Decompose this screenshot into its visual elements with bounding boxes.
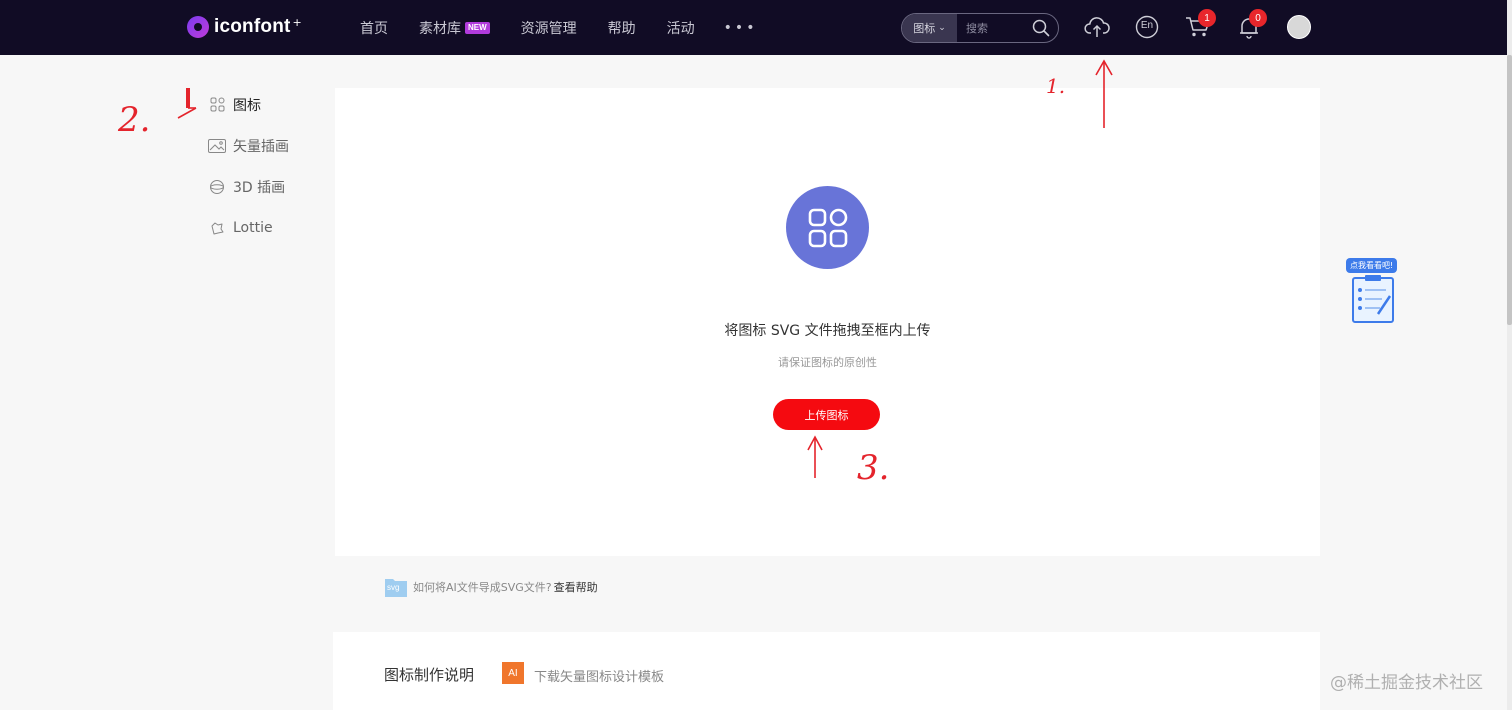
notification-count-badge: 0 [1249, 9, 1267, 27]
nav-item-help[interactable]: 帮助 [608, 18, 636, 38]
sidebar-item-icons[interactable]: 图标 [208, 84, 289, 125]
nav-item-home[interactable]: 首页 [360, 18, 388, 38]
brand-plus: + [292, 15, 302, 29]
sidebar-item-label: 3D 插画 [233, 179, 286, 196]
lottie-icon [208, 219, 226, 237]
brand-name: iconfont [214, 16, 291, 37]
dropzone-title: 将图标 SVG 文件拖拽至框内上传 [724, 323, 931, 339]
language-switch-button[interactable]: En [1133, 13, 1161, 41]
annotation-mark-2 [177, 88, 197, 119]
help-text: 如何将AI文件导成SVG文件? [413, 581, 552, 594]
search-input[interactable] [957, 14, 1029, 42]
nav-item-activities[interactable]: 活动 [667, 18, 695, 38]
search-type-label: 图标 [913, 22, 936, 35]
cart-icon[interactable]: 1 [1184, 9, 1216, 41]
nav-item-label: 活动 [666, 20, 695, 37]
checklist-icon [1352, 275, 1394, 323]
upload-dropzone[interactable]: 将图标 SVG 文件拖拽至框内上传 请保证图标的原创性 上传图标 [335, 88, 1320, 556]
sidebar-item-3d-illustration[interactable]: 3D 插画 [208, 166, 289, 207]
svg-tag-label: svg [387, 583, 400, 592]
download-template-link[interactable]: 下载矢量图标设计模板 [534, 666, 664, 685]
language-label: En [1140, 20, 1154, 31]
notification-bell-icon[interactable]: 0 [1235, 9, 1267, 41]
image-icon [208, 137, 226, 155]
cart-count-badge: 1 [1198, 9, 1216, 27]
category-sidebar: 图标 矢量插画 3D 插画 Lottie [208, 84, 289, 248]
nav-item-label: 帮助 [607, 20, 636, 37]
sidebar-item-label: Lottie [233, 219, 273, 236]
nav-item-resources[interactable]: 资源管理 [521, 18, 577, 38]
sidebar-item-label: 矢量插画 [233, 138, 289, 155]
brand-logo[interactable]: iconfont + [187, 14, 302, 40]
nav-more-button[interactable]: ••• [724, 20, 758, 36]
sphere-icon [208, 178, 226, 196]
sidebar-item-vector-illustration[interactable]: 矢量插画 [208, 125, 289, 166]
user-avatar[interactable] [1287, 15, 1311, 39]
search-type-select[interactable]: 图标 ⌄ [902, 14, 957, 42]
upload-cloud-icon[interactable] [1083, 13, 1111, 41]
new-badge: NEW [465, 21, 490, 34]
scrollbar-thumb[interactable] [1507, 55, 1512, 325]
dropzone-subtitle: 请保证图标的原创性 [778, 356, 877, 369]
ai-file-icon: AI [502, 662, 524, 684]
search-icon[interactable] [1032, 19, 1050, 41]
nav-item-materials[interactable]: 素材库 NEW [419, 18, 490, 38]
top-navbar: iconfont + 首页 素材库 NEW 资源管理 帮助 活动 ••• 图标 … [0, 0, 1507, 55]
svg-file-icon: svg [384, 576, 408, 598]
sidebar-item-lottie[interactable]: Lottie [208, 207, 289, 248]
sidebar-item-label: 图标 [233, 97, 261, 114]
nav-item-label: 首页 [360, 20, 388, 37]
grid-icon [208, 96, 226, 114]
nav-item-label: 素材库 [419, 20, 461, 37]
chevron-down-icon: ⌄ [938, 23, 946, 33]
floating-help-widget[interactable]: 点我看看吧! [1344, 258, 1404, 326]
floating-help-tip: 点我看看吧! [1346, 258, 1398, 273]
view-help-link[interactable]: 查看帮助 [554, 579, 598, 595]
icon-guide-title: 图标制作说明 [384, 666, 475, 684]
page-scrollbar[interactable] [1507, 0, 1512, 710]
upload-icon-button[interactable]: 上传图标 [773, 399, 880, 430]
logo-mark-icon [187, 16, 209, 38]
svg-help-row: svg 如何将AI文件导成SVG文件? 查看帮助 [384, 576, 598, 598]
source-watermark: @稀土掘金技术社区 [1330, 673, 1483, 693]
nav-item-label: 资源管理 [520, 20, 577, 37]
annotation-label-2: 2. [118, 100, 151, 140]
main-nav: 首页 素材库 NEW 资源管理 帮助 活动 ••• [360, 0, 757, 55]
upload-category-icon [786, 186, 869, 269]
search-box: 图标 ⌄ [901, 13, 1059, 43]
icon-guide-section: 图标制作说明 AI 下载矢量图标设计模板 [333, 632, 1320, 710]
